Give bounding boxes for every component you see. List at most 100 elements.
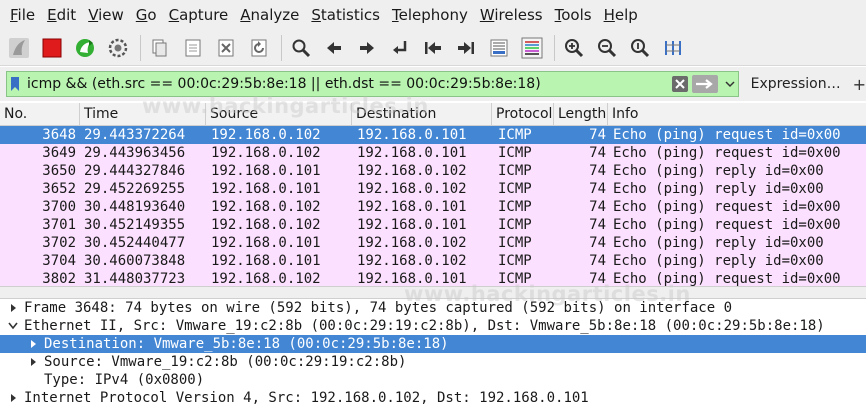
open-file-icon[interactable] — [145, 33, 175, 63]
menu-view[interactable]: View — [82, 0, 130, 30]
go-first-icon[interactable] — [418, 33, 448, 63]
packet-cell-info: Echo (ping) request id=0x00 — [613, 271, 841, 286]
zoom-out-icon[interactable] — [592, 33, 622, 63]
packet-cell-time: 31.448037723 — [84, 271, 186, 286]
autoscroll-icon[interactable] — [484, 33, 514, 63]
restart-capture-icon[interactable] — [70, 33, 100, 63]
find-packet-icon[interactable] — [286, 33, 316, 63]
menu-wireless[interactable]: Wireless — [474, 0, 549, 30]
chevron-down-icon[interactable] — [722, 75, 738, 93]
packet-cell-len: 74 — [589, 163, 606, 179]
column-header-length[interactable]: Length — [554, 103, 608, 126]
packet-details-pane: Frame 3648: 74 bytes on wire (592 bits),… — [0, 299, 866, 407]
menu-file[interactable]: File — [4, 0, 41, 30]
menu-bar: File Edit View Go Capture Analyze Statistics Te… — [0, 0, 866, 30]
detail-tree-item[interactable]: Frame 3648: 74 bytes on wire (592 bits),… — [0, 299, 866, 317]
column-header-no[interactable]: No. — [0, 103, 80, 126]
packet-row[interactable]: 3649 29.443963456 192.168.0.102 192.168.0.1… — [0, 144, 866, 162]
column-header-source[interactable]: Source — [206, 103, 352, 126]
resize-columns-icon[interactable] — [658, 33, 688, 63]
zoom-in-icon[interactable] — [559, 33, 589, 63]
filter-expression-text[interactable]: icmp && (eth.src == 00:0c:29:5b:8e:18 ||… — [23, 76, 672, 92]
apply-filter-icon[interactable] — [691, 75, 718, 93]
packet-list-rows: 3648 29.443372264 192.168.0.102 192.168.0.1… — [0, 126, 866, 286]
column-header-time[interactable]: Time — [80, 103, 206, 126]
go-to-packet-icon[interactable] — [385, 33, 415, 63]
packet-row[interactable]: 3704 30.460073848 192.168.0.101 192.168.0.1… — [0, 252, 866, 270]
toolbar-separator — [140, 34, 141, 61]
go-forward-icon[interactable] — [352, 33, 382, 63]
menu-go[interactable]: Go — [130, 0, 163, 30]
save-file-icon[interactable] — [178, 33, 208, 63]
detail-tree-item[interactable]: Internet Protocol Version 4, Src: 192.16… — [0, 389, 866, 407]
display-filter-bar: icmp && (eth.src == 00:0c:29:5b:8e:18 ||… — [0, 67, 866, 101]
column-header-info[interactable]: Info — [608, 103, 866, 126]
packet-cell-time: 29.443963456 — [84, 145, 186, 161]
go-last-icon[interactable] — [451, 33, 481, 63]
packet-row[interactable]: 3648 29.443372264 192.168.0.102 192.168.0.1… — [0, 126, 866, 144]
detail-text: Source: Vmware_19:c2:8b (00:0c:29:19:c2:… — [44, 354, 407, 370]
display-filter-input[interactable]: icmp && (eth.src == 00:0c:29:5b:8e:18 ||… — [6, 71, 739, 97]
packet-cell-no: 3802 — [42, 271, 76, 286]
menu-capture[interactable]: Capture — [163, 0, 235, 30]
packet-cell-info: Echo (ping) reply id=0x00 — [613, 253, 824, 269]
colorize-icon[interactable] — [517, 33, 547, 63]
column-header-protocol[interactable]: Protocol — [492, 103, 554, 126]
packet-cell-len: 74 — [589, 253, 606, 269]
detail-text: Frame 3648: 74 bytes on wire (592 bits),… — [24, 300, 733, 316]
packet-cell-proto: ICMP — [498, 181, 532, 197]
detail-tree-item[interactable]: Type: IPv4 (0x0800) — [0, 371, 866, 389]
packet-cell-proto: ICMP — [498, 163, 532, 179]
capture-options-icon[interactable] — [103, 33, 133, 63]
packet-cell-src: 192.168.0.102 — [211, 271, 321, 286]
menu-edit[interactable]: Edit — [41, 0, 82, 30]
detail-tree-item[interactable]: Destination: Vmware_5b:8e:18 (00:0c:29:5… — [0, 335, 866, 353]
detail-tree-item[interactable]: Ethernet II, Src: Vmware_19:c2:8b (00:0c… — [0, 317, 866, 335]
packet-row[interactable]: 3701 30.452149355 192.168.0.102 192.168.0.1… — [0, 216, 866, 234]
toolbar-separator — [554, 34, 555, 61]
packet-cell-len: 74 — [589, 217, 606, 233]
packet-cell-no: 3648 — [42, 127, 76, 143]
packet-cell-info: Echo (ping) reply id=0x00 — [613, 181, 824, 197]
expand-right-arrow-icon[interactable] — [6, 299, 20, 317]
pane-splitter[interactable] — [0, 286, 866, 299]
packet-cell-dst: 192.168.0.102 — [357, 235, 467, 251]
packet-row[interactable]: 3652 29.452269255 192.168.0.101 192.168.0.1… — [0, 180, 866, 198]
menu-analyze[interactable]: Analyze — [234, 0, 305, 30]
add-filter-button[interactable]: + — [853, 75, 866, 94]
zoom-normal-icon[interactable] — [625, 33, 655, 63]
column-header-destination[interactable]: Destination — [352, 103, 492, 126]
packet-cell-time: 30.452149355 — [84, 217, 186, 233]
go-back-icon[interactable] — [319, 33, 349, 63]
packet-cell-src: 192.168.0.101 — [211, 163, 321, 179]
packet-row[interactable]: 3650 29.444327846 192.168.0.101 192.168.0.1… — [0, 162, 866, 180]
close-file-icon[interactable] — [211, 33, 241, 63]
main-toolbar — [0, 30, 866, 66]
bookmark-icon[interactable] — [7, 72, 23, 96]
packet-row[interactable]: 3700 30.448193640 192.168.0.102 192.168.0.1… — [0, 198, 866, 216]
packet-row[interactable]: 3802 31.448037723 192.168.0.102 192.168.0.1… — [0, 270, 866, 286]
expand-right-arrow-icon[interactable] — [26, 353, 40, 371]
packet-cell-dst: 192.168.0.101 — [357, 127, 467, 143]
detail-text: Internet Protocol Version 4, Src: 192.16… — [24, 390, 589, 406]
menu-help[interactable]: Help — [598, 0, 644, 30]
expression-button[interactable]: Expression… — [751, 76, 841, 92]
packet-row[interactable]: 3702 30.452440477 192.168.0.101 192.168.0.1… — [0, 234, 866, 252]
packet-list-pane: No. Time Source Destination Protocol Len… — [0, 103, 866, 286]
expand-down-arrow-icon[interactable] — [6, 317, 20, 335]
menu-tools[interactable]: Tools — [549, 0, 598, 30]
packet-cell-info: Echo (ping) reply id=0x00 — [613, 235, 824, 251]
menu-statistics[interactable]: Statistics — [305, 0, 386, 30]
reload-file-icon[interactable] — [244, 33, 274, 63]
clear-filter-icon[interactable] — [671, 76, 688, 92]
packet-cell-dst: 192.168.0.102 — [357, 163, 467, 179]
detail-tree-item[interactable]: Source: Vmware_19:c2:8b (00:0c:29:19:c2:… — [0, 353, 866, 371]
packet-cell-proto: ICMP — [498, 217, 532, 233]
shark-fin-start-icon[interactable] — [4, 33, 34, 63]
packet-cell-src: 192.168.0.101 — [211, 235, 321, 251]
menu-telephony[interactable]: Telephony — [386, 0, 474, 30]
expand-right-arrow-icon[interactable] — [26, 335, 40, 353]
expand-right-arrow-icon[interactable] — [6, 389, 20, 407]
packet-cell-dst: 192.168.0.101 — [357, 217, 467, 233]
stop-capture-icon[interactable] — [37, 33, 67, 63]
